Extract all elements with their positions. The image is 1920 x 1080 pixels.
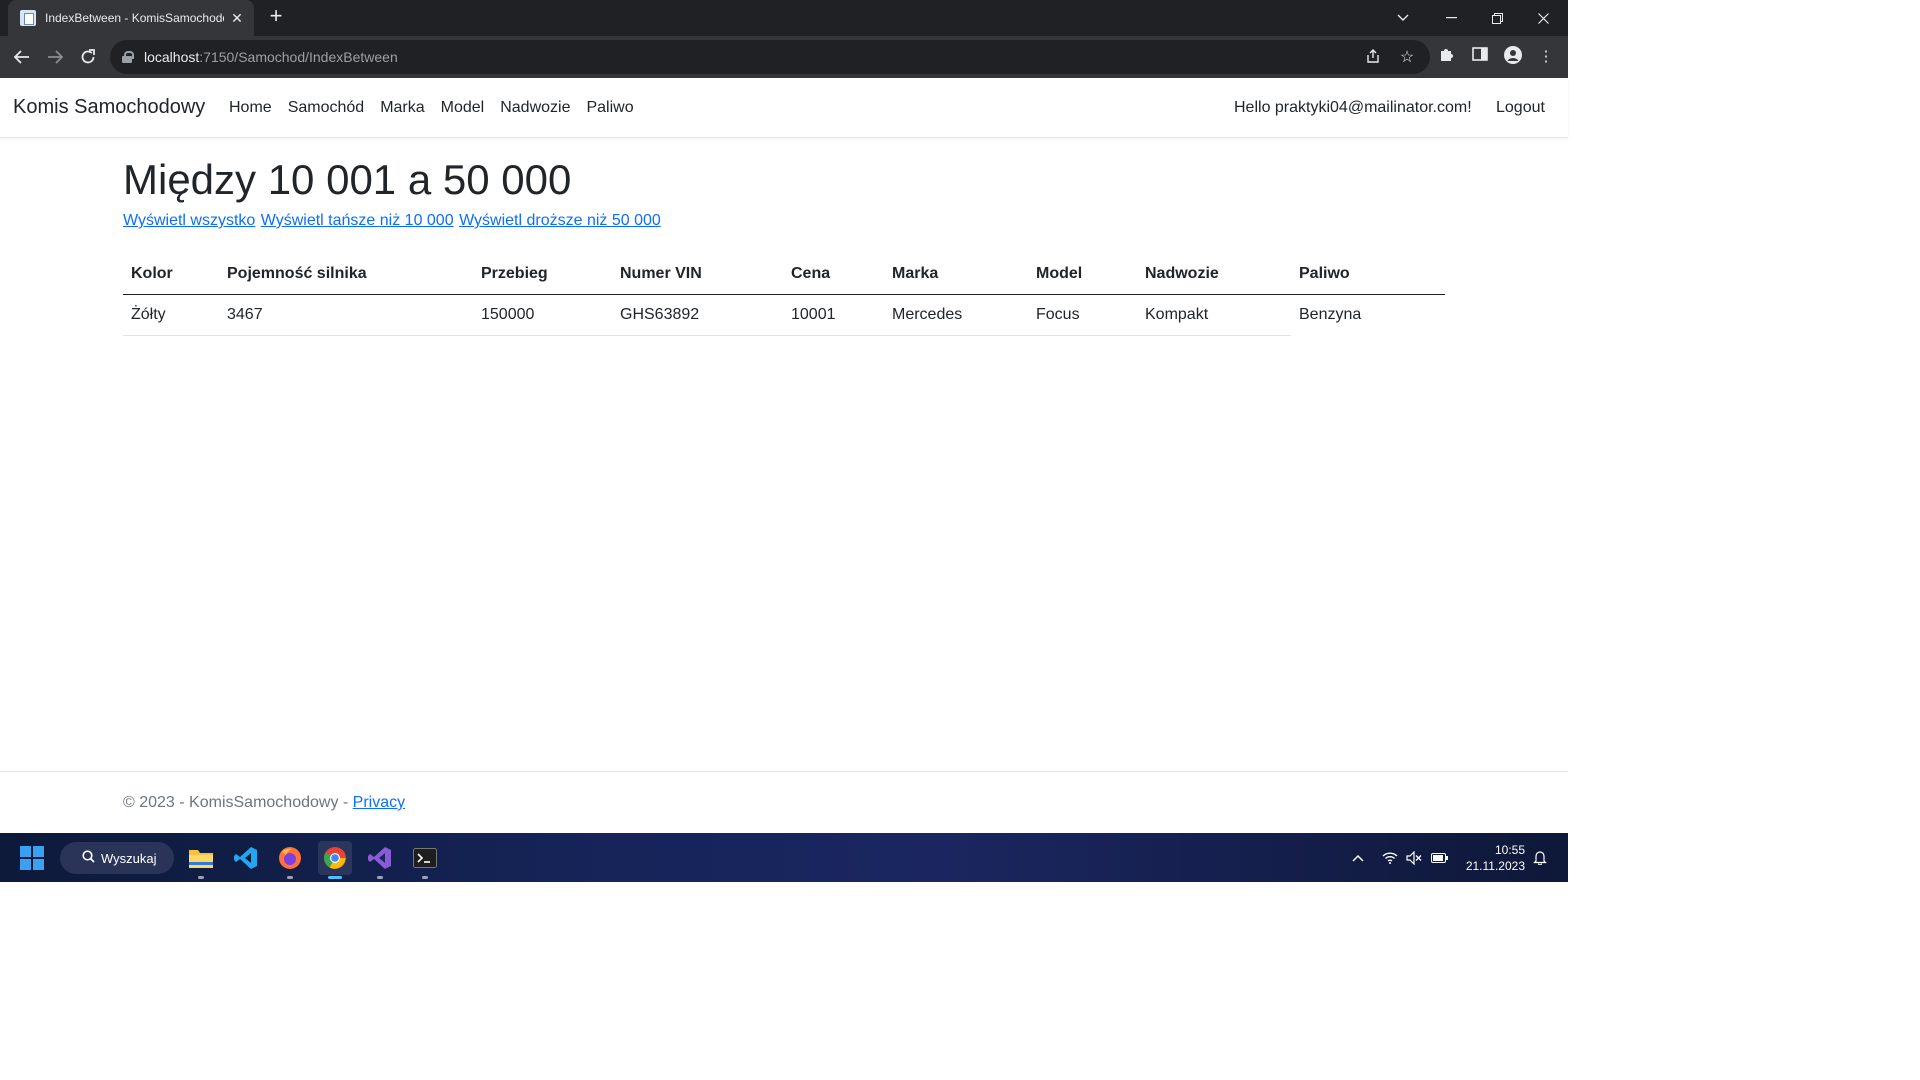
site-navbar: Komis Samochodowy Home Samochód Marka Mo… — [0, 78, 1568, 138]
side-panel-icon[interactable] — [1469, 46, 1491, 68]
nav-nadwozie[interactable]: Nadwozie — [492, 99, 578, 117]
tab-title: IndexBetween - KomisSamochodowy — [45, 11, 224, 25]
battery-icon[interactable] — [1429, 833, 1451, 882]
main-content: Między 10 001 a 50 000 Wyświetl wszystko… — [123, 150, 1445, 336]
site-footer: © 2023 - KomisSamochodowy - Privacy — [0, 771, 1568, 833]
vscode-icon[interactable] — [229, 841, 263, 875]
filter-expensive-link[interactable]: Wyświetl droższe niż 50 000 — [459, 212, 661, 229]
forward-arrow-icon[interactable] — [42, 44, 68, 70]
more-menu-icon[interactable]: ⋮ — [1535, 46, 1557, 68]
share-icon[interactable] — [1364, 48, 1384, 68]
url-path: :7150/Samochod/IndexBetween — [199, 49, 398, 65]
table-cell: 3467 — [219, 294, 473, 336]
price-filter-links: Wyświetl wszystko Wyświetl tańsze niż 10… — [123, 212, 1445, 230]
minimize-button[interactable] — [1428, 0, 1474, 36]
table-cell: Kompakt — [1137, 294, 1291, 336]
tab-search-icon[interactable] — [1380, 0, 1426, 36]
wifi-icon[interactable] — [1380, 833, 1400, 882]
column-header: Paliwo — [1291, 254, 1445, 295]
user-greeting-link[interactable]: Hello praktyki04@mailinator.com! — [1234, 99, 1472, 117]
brand-link[interactable]: Komis Samochodowy — [13, 96, 205, 119]
nav-home[interactable]: Home — [221, 99, 280, 117]
filter-all-link[interactable]: Wyświetl wszystko — [123, 212, 255, 229]
table-cell: Żółty — [123, 294, 219, 336]
cars-table: Kolor Pojemność silnika Przebieg Numer V… — [123, 254, 1445, 336]
search-icon — [82, 850, 95, 866]
nav-paliwo[interactable]: Paliwo — [578, 99, 641, 117]
column-header: Przebieg — [473, 254, 612, 295]
terminal-icon[interactable] — [408, 841, 442, 879]
taskbar-clock[interactable]: 10:55 21.11.2023 — [1455, 842, 1525, 874]
logout-button[interactable]: Logout — [1488, 99, 1553, 117]
close-tab-icon[interactable]: ✕ — [228, 10, 246, 27]
speaker-muted-icon[interactable] — [1404, 833, 1424, 882]
clock-time: 10:55 — [1494, 843, 1525, 857]
table-cell: GHS63892 — [612, 294, 783, 336]
close-window-button[interactable] — [1520, 0, 1566, 36]
new-tab-button[interactable]: + — [264, 5, 288, 29]
privacy-link[interactable]: Privacy — [353, 794, 405, 811]
visual-studio-icon[interactable] — [363, 841, 397, 879]
nav-links: Home Samochód Marka Model Nadwozie Paliw… — [221, 99, 642, 117]
notification-bell-icon[interactable] — [1530, 833, 1550, 882]
page-favicon-icon — [20, 10, 36, 26]
firefox-icon[interactable] — [273, 841, 307, 879]
taskbar-search[interactable]: Wyszukaj — [60, 842, 174, 874]
extensions-puzzle-icon[interactable] — [1436, 46, 1458, 68]
table-cell: Benzyna — [1299, 305, 1362, 323]
footer-text: © 2023 - KomisSamochodowy - Privacy — [123, 794, 405, 812]
column-header: Kolor — [123, 254, 219, 295]
filter-cheaper-link[interactable]: Wyświetl tańsze niż 10 000 — [261, 212, 454, 229]
nav-marka[interactable]: Marka — [372, 99, 432, 117]
column-header: Pojemność silnika — [219, 254, 473, 295]
column-header: Model — [1028, 254, 1137, 295]
lock-icon[interactable] — [122, 51, 134, 63]
column-header: Nadwozie — [1137, 254, 1291, 295]
profile-avatar-icon[interactable] — [1502, 46, 1524, 68]
table-cell: 150000 — [473, 294, 612, 336]
table-cell: Mercedes — [884, 294, 1028, 336]
browser-toolbar: localhost:7150/Samochod/IndexBetween ☆ ⋮ — [0, 36, 1568, 78]
column-header: Cena — [783, 254, 884, 295]
address-bar[interactable]: localhost:7150/Samochod/IndexBetween ☆ — [110, 40, 1430, 74]
browser-tab[interactable]: IndexBetween - KomisSamochodowy ✕ — [8, 0, 254, 36]
search-label: Wyszukaj — [101, 850, 157, 866]
back-arrow-icon[interactable] — [9, 44, 35, 70]
table-cell: Focus — [1028, 294, 1137, 336]
nav-samochod[interactable]: Samochód — [280, 99, 373, 117]
url-host: localhost — [144, 49, 200, 65]
chrome-icon[interactable] — [318, 841, 352, 879]
windows-taskbar: Wyszukaj 10:55 21.11.2023 — [0, 833, 1568, 882]
clock-date: 21.11.2023 — [1465, 859, 1525, 873]
footer-copyright: © 2023 - KomisSamochodowy - — [123, 794, 353, 811]
browser-tab-bar: IndexBetween - KomisSamochodowy ✕ + — [0, 0, 1568, 36]
windows-start-icon[interactable] — [20, 846, 44, 870]
table-header-row: Kolor Pojemność silnika Przebieg Numer V… — [123, 254, 1445, 295]
chevron-up-icon[interactable] — [1348, 833, 1368, 882]
nav-model[interactable]: Model — [433, 99, 493, 117]
column-header: Marka — [884, 254, 1028, 295]
restore-button[interactable] — [1474, 0, 1520, 36]
file-explorer-icon[interactable] — [184, 841, 218, 879]
column-header: Numer VIN — [612, 254, 783, 295]
reload-icon[interactable] — [75, 44, 101, 70]
page-title: Między 10 001 a 50 000 — [123, 156, 572, 203]
table-row: Żółty 3467 150000 GHS63892 10001 Mercede… — [123, 294, 1445, 336]
bookmark-star-icon[interactable]: ☆ — [1397, 48, 1417, 68]
table-cell: 10001 — [783, 294, 884, 336]
